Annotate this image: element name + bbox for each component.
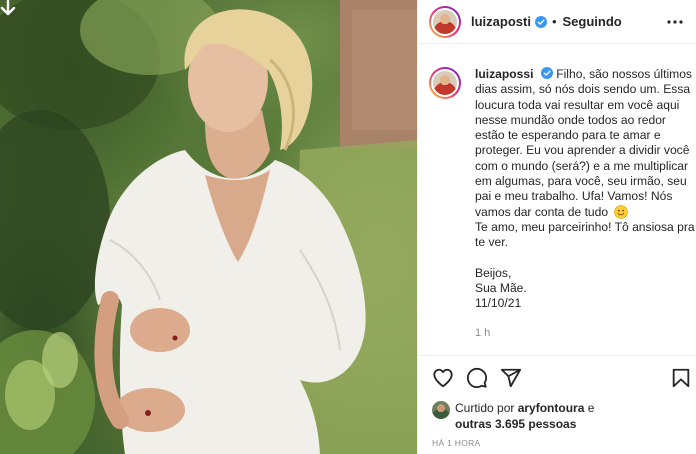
post-header: luizaposti • Seguindo <box>418 0 696 44</box>
photo-illustration <box>0 0 417 454</box>
posted-timestamp[interactable]: HÁ 1 HORA <box>432 438 481 448</box>
likes-text: Curtido por aryfontoura e outras 3.695 p… <box>455 400 615 432</box>
post-photo[interactable] <box>0 0 417 454</box>
caption-line: te ver. <box>475 235 508 250</box>
liker-avatar[interactable] <box>432 401 450 419</box>
caption-line: estão te esperando para te amar e <box>475 128 661 143</box>
caption-line: em algumas, para você, seu irmão, seu <box>475 174 687 189</box>
caption-line: Filho, são nossos últimos <box>552 67 692 81</box>
post-username[interactable]: luizaposti <box>471 14 531 29</box>
verified-badge-icon <box>534 15 547 28</box>
more-options-icon[interactable] <box>667 19 683 25</box>
caption-line: nesse mundão onde todos ao redor <box>475 112 666 127</box>
liker-username[interactable]: aryfontoura <box>518 401 585 415</box>
caption-line: pai e meu trabalho. Ufa! Vamos! Nós <box>475 189 673 204</box>
verified-badge-icon <box>540 67 553 79</box>
following-button[interactable]: Seguindo <box>563 14 622 29</box>
download-arrow-icon[interactable] <box>0 0 16 18</box>
post-details-panel: luizaposti • Seguindo luizapossi Filho, … <box>417 0 696 454</box>
paper-plane-icon[interactable] <box>500 367 522 389</box>
caption-line: com o mundo (será?) e a me multiplicar <box>475 158 689 173</box>
caption-signoff-line: Beijos, <box>475 265 512 280</box>
avatar[interactable] <box>429 5 461 38</box>
likes-summary: Curtido por aryfontoura e outras 3.695 p… <box>432 400 615 432</box>
caption: luizapossi Filho, são nossos últimos dia… <box>475 67 695 358</box>
comment-bubble-icon[interactable] <box>466 367 488 389</box>
caption-area: luizapossi Filho, são nossos últimos dia… <box>418 45 696 358</box>
caption-date: 11/10/21 <box>475 296 522 311</box>
smiling-face-emoji-icon <box>613 204 628 219</box>
caption-signoff-line: Sua Mãe. <box>475 281 527 296</box>
caption-line: loucura toda vai resultar em você aqui <box>475 97 680 112</box>
bookmark-icon[interactable] <box>670 367 692 389</box>
caption-line: vamos dar conta de tudo <box>475 204 609 219</box>
action-bar <box>418 355 696 399</box>
likes-prefix: Curtido por <box>455 401 518 415</box>
hand-upper <box>130 308 190 352</box>
likes-conjunction: e <box>584 401 595 415</box>
caption-username[interactable]: luizapossi <box>475 67 533 81</box>
likes-count-link[interactable]: outras 3.695 pessoas <box>455 417 576 431</box>
caption-line: Te amo, meu parceirinho! Tô ansiosa pra <box>475 219 695 234</box>
caption-line: dias assim, só nós dois sendo um. Essa <box>475 82 691 97</box>
caption-line: proteger. Eu vou aprender a dividir você <box>475 143 690 158</box>
caption-time-ago[interactable]: 1 h <box>475 326 693 341</box>
separator-dot: • <box>551 14 557 29</box>
heart-icon[interactable] <box>432 367 454 389</box>
caption-avatar[interactable] <box>429 67 461 99</box>
